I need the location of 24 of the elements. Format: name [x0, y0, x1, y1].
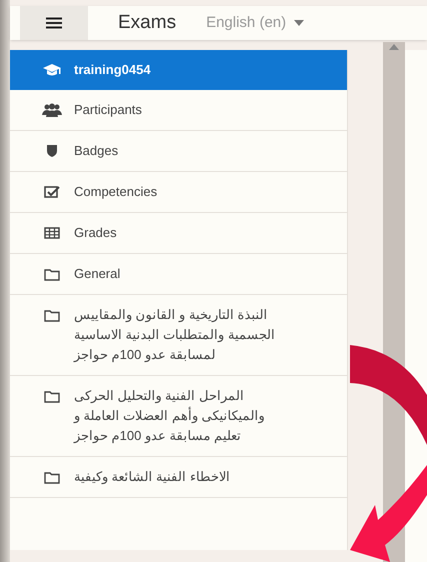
folder-icon	[44, 268, 60, 280]
nav-label: training0454	[74, 61, 152, 79]
nav-label: Grades	[74, 224, 118, 242]
menu-button[interactable]	[20, 6, 88, 40]
scroll-up-icon	[389, 44, 399, 50]
nav-label: النبذة التاريخية و القانون والمقاييس الجسمية والمتطلبات البدنية الاساسية لمسابقة عدو 100م حواجز	[74, 306, 276, 364]
folder-icon	[44, 470, 60, 484]
nav-label: General	[74, 265, 122, 283]
checkbox-icon	[44, 185, 60, 199]
nav-item[interactable]: training0454	[10, 50, 347, 90]
shield-icon	[46, 144, 58, 158]
folder-icon	[44, 308, 60, 322]
table-icon	[44, 227, 60, 239]
caret-icon	[294, 20, 304, 26]
nav-label: Competencies	[74, 183, 158, 201]
nav-label: المراحل الفنية والتحليل الحركى والميكانيكى وأهم العضلات العاملة و تعليم مسابقة عدو 100م حواجز	[74, 387, 266, 446]
users-icon	[42, 103, 62, 117]
menu-icon	[46, 17, 62, 29]
folder-icon	[44, 390, 60, 402]
nav-label: الاخطاء الفنية الشائعة وكيفية	[74, 468, 231, 486]
nav-label: Participants	[74, 101, 143, 119]
nav-label: Badges	[74, 142, 120, 160]
graduation-cap-icon	[42, 63, 62, 77]
page-title: Exams	[118, 10, 176, 35]
